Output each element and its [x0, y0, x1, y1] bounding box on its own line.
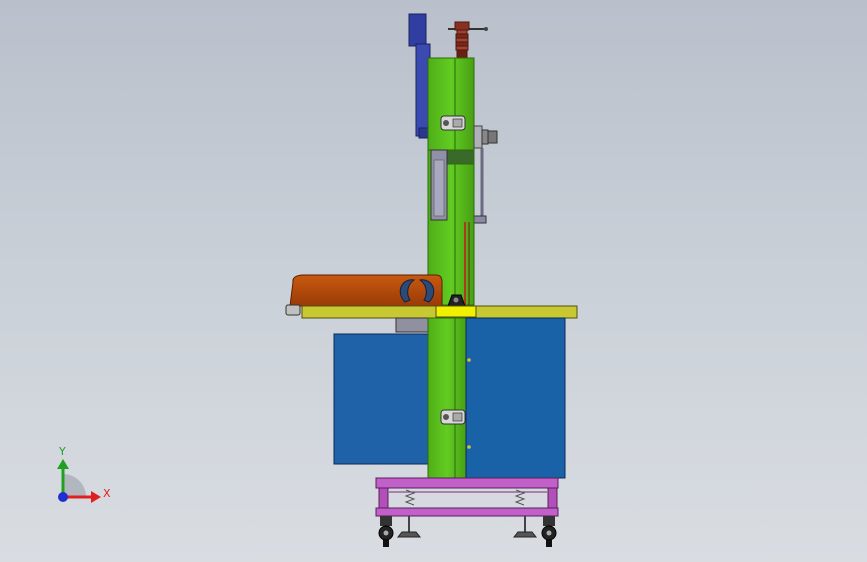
y-axis-label: Y: [58, 445, 66, 458]
leveling-foot-left: [396, 516, 422, 538]
left-cabinet: [333, 333, 429, 465]
coordinate-triad: Y X: [57, 445, 111, 503]
upper-wheel-housing: [427, 57, 475, 151]
upper-blade-guard: [408, 13, 431, 139]
leveling-foot-right: [512, 516, 538, 538]
right-cabinet-door: [465, 317, 566, 479]
x-axis-label: X: [103, 487, 111, 500]
bandsaw-model-view[interactable]: Y X: [0, 0, 867, 562]
x-axis-arrowhead: [91, 491, 101, 503]
caster-left: [378, 516, 394, 547]
base-frame: [375, 477, 559, 517]
leveling-springs: [389, 489, 547, 506]
z-axis-dot: [58, 492, 68, 502]
column-lower: [427, 317, 467, 479]
tension-knob: [448, 21, 488, 59]
cad-viewport[interactable]: Y X: [0, 0, 867, 562]
y-axis-arrowhead: [57, 459, 69, 469]
caster-right: [541, 516, 557, 547]
